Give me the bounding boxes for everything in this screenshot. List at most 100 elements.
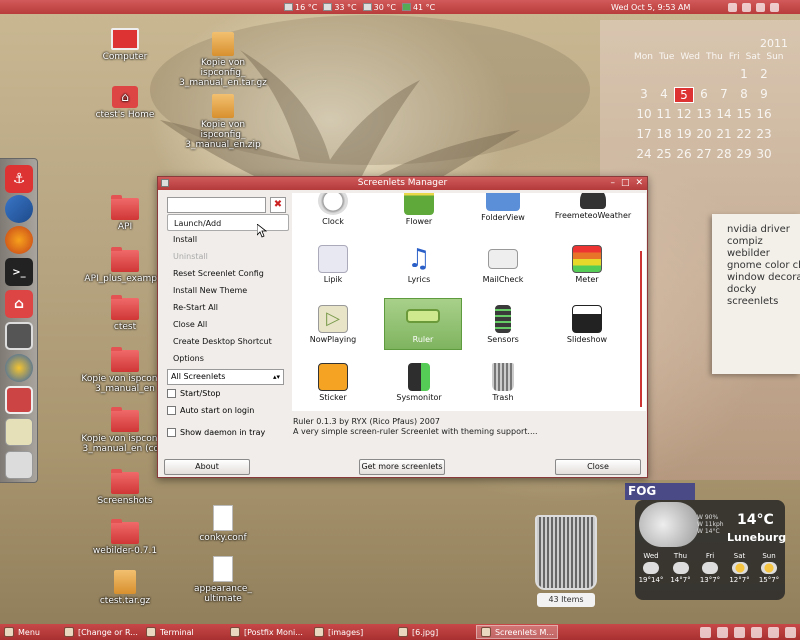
checkbox-label: Start/Stop — [180, 389, 221, 398]
menu-button[interactable]: Menu — [0, 625, 44, 639]
screenlet-item-selected[interactable]: Ruler — [384, 298, 462, 350]
options-button[interactable]: Options — [167, 350, 289, 367]
network-icon[interactable] — [728, 2, 737, 12]
snow-cloud-icon — [672, 562, 689, 574]
screenlet-description: Ruler 0.1.3 by RYX (Rico Pfaus) 2007 A v… — [293, 417, 538, 437]
screenlet-item[interactable]: FolderView — [464, 193, 542, 222]
trash-widget[interactable]: 43 Items — [533, 515, 599, 607]
checkbox[interactable] — [167, 406, 176, 415]
thunderbird-icon[interactable] — [5, 195, 33, 223]
screenlet-filter-select[interactable]: All Screenlets ▴▾ — [167, 369, 284, 385]
screenlet-item[interactable]: Lipik — [294, 245, 372, 284]
desktop-icon-folder[interactable]: webilder-0.7.1 — [80, 519, 170, 556]
screenlet-item[interactable]: Trash — [464, 363, 542, 402]
user-icon[interactable] — [756, 2, 765, 12]
close-button[interactable]: Close — [555, 459, 641, 475]
show-daemon-checkbox[interactable]: Show daemon in tray — [167, 424, 289, 441]
power-icon[interactable] — [770, 2, 779, 12]
close-all-button[interactable]: Close All — [167, 316, 289, 333]
document-viewer-icon[interactable] — [5, 418, 33, 446]
maximize-icon[interactable]: □ — [621, 177, 630, 190]
firefox-icon[interactable] — [5, 226, 33, 254]
terminal-icon[interactable]: >_ — [5, 258, 33, 286]
folder-icon — [111, 295, 139, 320]
screenlet-item[interactable]: Flower — [380, 193, 458, 226]
clear-search-button[interactable]: ✖ — [270, 197, 286, 213]
file-cabinet-icon[interactable] — [5, 386, 33, 414]
get-more-screenlets-button[interactable]: Get more screenlets — [359, 459, 445, 475]
calendar-day: 9 — [760, 87, 768, 101]
weather-widget[interactable]: FOG W 90% W 11kph W 14°C 14°C Luneburg W… — [625, 483, 786, 600]
screenshot-icon[interactable] — [700, 626, 711, 638]
screenlet-item[interactable]: MailCheck — [464, 245, 542, 284]
launch-add-button[interactable]: Launch/Add — [167, 214, 289, 231]
note-line: window decora — [727, 272, 800, 283]
uninstall-button[interactable]: Uninstall — [167, 248, 289, 265]
minimize-icon[interactable]: – — [610, 177, 615, 190]
taskbar-item[interactable]: [6.jpg] — [394, 625, 474, 639]
checkbox[interactable] — [167, 389, 176, 398]
desktop-icon-archive[interactable]: ctest.tar.gz — [80, 570, 170, 606]
clipboard-icon[interactable] — [768, 626, 779, 638]
screenlet-item[interactable]: ♫ Lyrics — [380, 245, 458, 284]
web-browser-icon[interactable] — [5, 354, 33, 382]
action-panel: ✖ Launch/Add Install Uninstall Reset Scr… — [167, 197, 289, 441]
screenlet-item[interactable]: FreemeteoWeather — [548, 193, 638, 220]
sticky-note[interactable]: nvidia driver compiz webilder gnome colo… — [712, 214, 800, 374]
terminal-icon[interactable] — [717, 626, 728, 638]
autostart-checkbox[interactable]: Auto start on login — [167, 402, 289, 419]
reset-config-button[interactable]: Reset Screenlet Config — [167, 265, 289, 282]
screenlet-item[interactable]: ▷ NowPlaying — [294, 305, 372, 344]
checkbox[interactable] — [167, 428, 176, 437]
desktop-icon-home[interactable]: ⌂ ctest's Home — [80, 86, 170, 120]
desktop-icon-label: ctest's Home — [95, 110, 155, 120]
workspace-icon[interactable] — [785, 626, 796, 638]
desktop-icon-archive[interactable]: Kopie von ispconfig_ 3_manual_en.zip — [178, 94, 268, 150]
screenlet-item[interactable]: Slideshow — [548, 305, 626, 344]
calendar-day: 30 — [756, 147, 772, 161]
search-input[interactable] — [167, 197, 266, 213]
screenlets-icon[interactable] — [5, 451, 33, 479]
screenlet-item[interactable]: Sysmonitor — [380, 363, 458, 402]
scrollbar[interactable] — [640, 251, 642, 407]
start-stop-checkbox[interactable]: Start/Stop — [167, 385, 289, 402]
sensor-item[interactable]: 30 °C — [362, 3, 396, 12]
forecast-day-name: Sun — [762, 552, 776, 560]
window-titlebar[interactable]: Screenlets Manager – □ ✕ — [158, 177, 647, 190]
taskbar-item[interactable]: [images] — [310, 625, 392, 639]
calendar-day: 20 — [696, 127, 712, 141]
restart-all-button[interactable]: Re-Start All — [167, 299, 289, 316]
desktop-icon-file[interactable]: conky.conf — [178, 505, 268, 543]
sensor-item[interactable]: 33 °C — [323, 3, 357, 12]
create-shortcut-button[interactable]: Create Desktop Shortcut — [167, 333, 289, 350]
calendar-day: 10 — [636, 107, 652, 121]
sensor-item[interactable]: 41 °C — [401, 3, 435, 12]
install-button[interactable]: Install — [167, 231, 289, 248]
about-button[interactable]: About — [164, 459, 250, 475]
sensor-item[interactable]: 16 °C — [284, 3, 317, 12]
desktop-icon-archive[interactable]: Kopie von ispconfig_ 3_manual_en.tar.gz — [178, 32, 268, 88]
calendar-day: 27 — [696, 147, 712, 161]
close-icon[interactable]: ✕ — [635, 177, 643, 190]
weather-stat: W 90% — [697, 514, 719, 521]
screenlet-item[interactable]: Sticker — [294, 363, 372, 402]
clock[interactable]: Wed Oct 5, 9:53 AM — [611, 3, 690, 12]
screenlet-item[interactable]: Sensors — [464, 305, 542, 344]
install-theme-button[interactable]: Install New Theme — [167, 282, 289, 299]
taskbar-item[interactable]: [Postfix Moni... — [226, 625, 308, 639]
taskbar-item[interactable]: [Change or R... — [60, 625, 140, 639]
screenlet-label: Slideshow — [566, 335, 608, 344]
taskbar-item-active[interactable]: Screenlets M... — [475, 625, 558, 639]
screenlet-grid[interactable]: Clock Flower FolderView FreemeteoWeather… — [292, 193, 646, 411]
network-icon[interactable] — [734, 626, 745, 638]
home-folder-icon[interactable]: ⌂ — [5, 290, 33, 318]
desktop-icon-file[interactable]: appearance_ ultimate — [178, 556, 268, 604]
taskbar-item[interactable]: Terminal — [142, 625, 224, 639]
camera-icon[interactable] — [5, 322, 33, 350]
volume-icon[interactable] — [742, 2, 751, 12]
shield-icon[interactable] — [751, 626, 762, 638]
screenlet-item[interactable]: Meter — [548, 245, 626, 284]
anchor-icon[interactable]: ⚓ — [5, 165, 33, 193]
screenlet-item[interactable]: Clock — [294, 193, 372, 226]
desktop-icon-computer[interactable]: Computer — [80, 28, 170, 62]
